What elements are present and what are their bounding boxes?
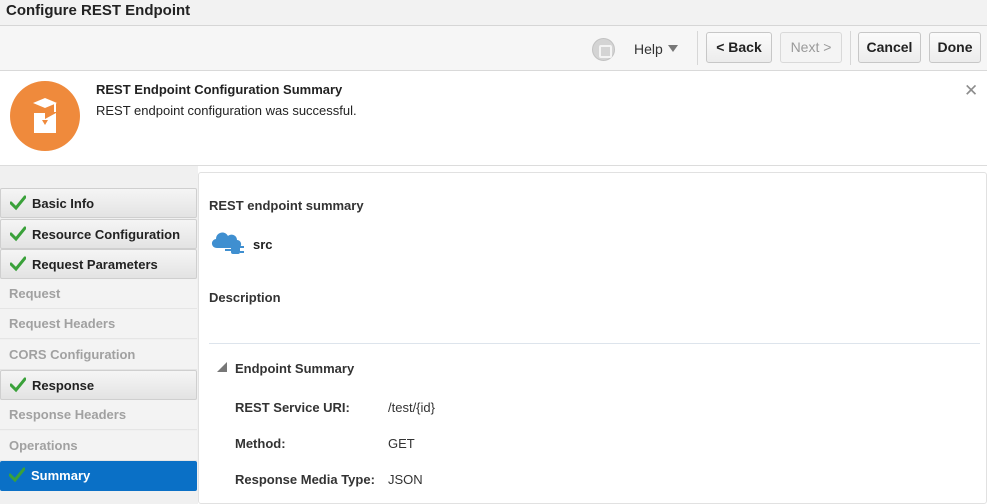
nav-step-label: Response Headers	[9, 407, 127, 422]
window-title-bar: Configure REST Endpoint	[0, 0, 987, 26]
checkmark-icon	[10, 226, 26, 242]
section-divider	[209, 343, 980, 344]
toolbar-separator	[697, 31, 698, 65]
nav-step-operations[interactable]: Operations	[0, 431, 197, 461]
nav-step-label: CORS Configuration	[9, 347, 136, 362]
next-button[interactable]: Next >	[780, 32, 842, 63]
nav-step-request-parameters[interactable]: Request Parameters	[0, 249, 197, 279]
back-button[interactable]: < Back	[706, 32, 772, 63]
nav-step-request-headers[interactable]: Request Headers	[0, 309, 197, 339]
summary-panel: REST endpoint summary src Description En…	[198, 172, 987, 504]
uri-value: /test/{id}	[388, 400, 435, 415]
nav-step-summary[interactable]: Summary	[0, 461, 197, 491]
chevron-down-icon[interactable]	[668, 45, 678, 52]
nav-step-label: Request Headers	[9, 316, 116, 331]
banner-message: REST endpoint configuration was successf…	[96, 103, 357, 118]
endpoint-name: src	[253, 237, 273, 252]
checkmark-icon	[10, 256, 26, 272]
method-value: GET	[388, 436, 415, 451]
toolbar-separator	[850, 31, 851, 65]
nav-step-label: Response	[32, 378, 95, 393]
nav-step-response[interactable]: Response	[0, 370, 197, 400]
cancel-button[interactable]: Cancel	[858, 32, 921, 63]
nav-step-label: Resource Configuration	[32, 227, 181, 242]
collapse-triangle-icon[interactable]	[217, 362, 227, 372]
nav-step-label: Request	[9, 286, 61, 301]
checkmark-icon	[9, 467, 25, 483]
media-type-label: Response Media Type:	[235, 472, 375, 487]
nav-step-label: Operations	[9, 438, 78, 453]
checkmark-icon	[10, 195, 26, 211]
nav-step-basic-info[interactable]: Basic Info	[0, 188, 197, 218]
nav-step-label: Summary	[31, 468, 91, 483]
nav-step-response-headers[interactable]: Response Headers	[0, 400, 197, 430]
description-heading: Description	[209, 290, 281, 305]
nav-step-cors-configuration[interactable]: CORS Configuration	[0, 340, 197, 370]
nav-step-request[interactable]: Request	[0, 279, 197, 309]
help-menu[interactable]: Help	[634, 41, 663, 57]
endpoint-summary-title[interactable]: Endpoint Summary	[235, 361, 354, 376]
window-title: Configure REST Endpoint	[6, 2, 191, 19]
toolbar: Help < Back Next > Cancel Done	[0, 26, 987, 71]
summary-heading: REST endpoint summary	[209, 198, 364, 213]
confirmation-banner: REST Endpoint Configuration Summary REST…	[0, 71, 987, 166]
nav-step-resource-configuration[interactable]: Resource Configuration	[0, 219, 197, 249]
media-type-value: JSON	[388, 472, 423, 487]
cloud-plug-icon	[209, 228, 245, 260]
banner-title: REST Endpoint Configuration Summary	[96, 82, 343, 97]
nav-step-label: Basic Info	[32, 196, 95, 211]
graduation-icon	[10, 81, 80, 151]
close-icon[interactable]: ✕	[964, 81, 978, 101]
checkmark-icon	[10, 377, 26, 393]
app-status-icon[interactable]	[592, 38, 615, 61]
nav-step-label: Request Parameters	[32, 257, 158, 272]
done-button[interactable]: Done	[929, 32, 981, 63]
uri-label: REST Service URI:	[235, 400, 350, 415]
method-label: Method:	[235, 436, 286, 451]
